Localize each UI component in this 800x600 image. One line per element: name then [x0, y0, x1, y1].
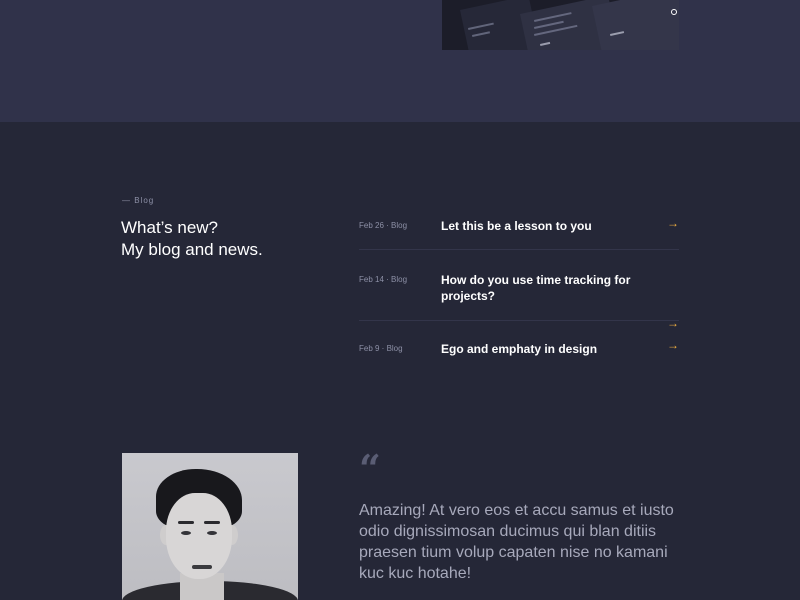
blog-heading: What’s new? My blog and news. — [121, 217, 321, 261]
post-title[interactable]: Ego and emphaty in design — [441, 341, 641, 357]
project-preview-image[interactable] — [442, 0, 679, 50]
blog-post-item[interactable]: Feb 9 · Blog Ego and emphaty in design → — [359, 321, 679, 379]
blog-post-list: Feb 26 · Blog Let this be a lesson to yo… — [359, 205, 679, 379]
post-title[interactable]: How do you use time tracking for project… — [441, 272, 641, 304]
blog-heading-line: My blog and news. — [121, 240, 263, 259]
post-meta: Feb 14 · Blog — [359, 275, 408, 284]
blog-eyebrow: — Blog — [122, 196, 155, 205]
avatar-eye — [207, 531, 217, 535]
quote-icon: “ — [359, 446, 381, 491]
avatar-brow — [178, 521, 194, 524]
post-title[interactable]: Let this be a lesson to you — [441, 218, 641, 234]
blog-post-item[interactable]: Feb 14 · Blog How do you use time tracki… — [359, 250, 679, 330]
avatar-eye — [181, 531, 191, 535]
avatar-brow — [204, 521, 220, 524]
blog-post-item[interactable]: Feb 26 · Blog Let this be a lesson to yo… — [359, 205, 679, 250]
dot-icon[interactable] — [671, 9, 677, 15]
preview-card — [592, 0, 679, 50]
post-meta: Feb 9 · Blog — [359, 344, 403, 353]
blog-heading-line: What’s new? — [121, 218, 219, 237]
avatar-mouth — [192, 565, 212, 569]
arrow-right-icon[interactable]: → — [667, 338, 679, 352]
arrow-right-icon[interactable]: → — [667, 216, 679, 230]
testimonial-avatar — [122, 453, 298, 600]
post-meta: Feb 26 · Blog — [359, 221, 408, 230]
testimonial-text: Amazing! At vero eos et accu samus et iu… — [359, 502, 674, 582]
top-section — [0, 0, 800, 122]
